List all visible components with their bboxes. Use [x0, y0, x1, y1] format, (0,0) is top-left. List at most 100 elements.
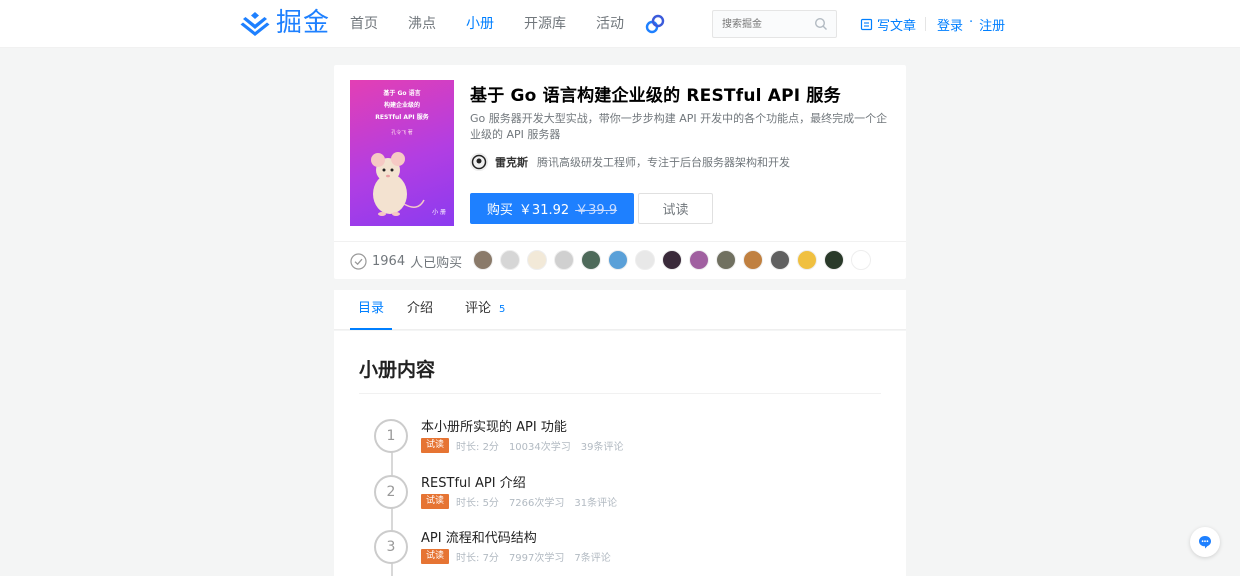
chapter-comments: 39条评论 — [580, 442, 624, 453]
purchase-suffix: 人已购买 — [410, 256, 463, 271]
buyer-avatar[interactable] — [554, 250, 574, 270]
chapter-duration: 时长: 5分 — [456, 498, 499, 509]
tab-catalog[interactable]: 目录 — [350, 290, 392, 330]
login-link[interactable]: 登录 — [937, 15, 963, 34]
tab-intro[interactable]: 介绍 — [407, 290, 433, 330]
chapter-number: 3 — [374, 530, 408, 564]
chapter-title[interactable]: API 流程和代码结构 — [421, 530, 621, 548]
main-nav: 首页 沸点 小册 开源库 活动 — [350, 0, 654, 48]
tab-comments[interactable]: 评论 5 — [465, 290, 505, 330]
buyer-avatar[interactable] — [824, 250, 844, 270]
chapter-number: 1 — [374, 419, 408, 453]
chapter-comments: 7条评论 — [574, 553, 611, 564]
book-description: Go 服务器开发大型实战，带你一步步构建 API 开发中的各个功能点，最终完成一… — [470, 112, 888, 141]
author-row: 雷克斯 腾讯高级研发工程师，专注于后台服务器架构和开发 — [470, 153, 790, 171]
original-price: ￥39.9 — [575, 203, 618, 218]
chat-bubble-icon — [1199, 536, 1211, 549]
chapter-body: 本小册所实现的 API 功能 试读 时长: 2分 10034次学习 39条评论 — [421, 419, 633, 453]
chapter-meta: 试读 时长: 5分 7266次学习 31条评论 — [421, 494, 627, 509]
price: ￥31.92 — [518, 203, 570, 218]
cover-title-line: 基于 Go 语言 — [383, 90, 421, 97]
comment-count: 5 — [499, 304, 506, 315]
logo-text: 掘金 — [276, 8, 331, 38]
auth-links: 登录 · 注册 — [937, 15, 1005, 34]
chapter-reads: 7266次学习 — [508, 498, 565, 509]
content-heading: 小册内容 — [359, 359, 436, 381]
nav-repos[interactable]: 开源库 — [524, 0, 566, 48]
trial-badge: 试读 — [421, 494, 450, 509]
chapter-duration: 时长: 7分 — [456, 553, 499, 564]
tab-comments-label: 评论 — [465, 301, 492, 316]
nav-events[interactable]: 活动 — [596, 0, 624, 48]
purchase-count: 1964 人已购买 — [350, 252, 462, 271]
buyer-avatar[interactable] — [608, 250, 628, 270]
search-box — [712, 10, 837, 38]
top-header: 掘金 首页 沸点 小册 开源库 活动 写文章 登录 · 注册 — [0, 0, 1240, 48]
chapter-comments: 31条评论 — [574, 498, 618, 509]
buyer-avatar[interactable] — [851, 250, 871, 270]
chapter-reads: 7997次学习 — [508, 553, 565, 564]
buy-label: 购买 — [486, 203, 513, 218]
cover-author: 孔令飞 著 — [391, 130, 413, 136]
chapter-meta: 试读 时长: 7分 7997次学习 7条评论 — [421, 549, 621, 564]
chapter-duration: 时长: 2分 — [456, 442, 499, 453]
buyer-avatar[interactable] — [527, 250, 547, 270]
register-link[interactable]: 注册 — [979, 15, 1005, 34]
trial-badge: 试读 — [421, 549, 450, 564]
book-info-card: 基于 Go 语言 构建企业级的 RESTful API 服务 孔令飞 著 小 册… — [334, 65, 906, 279]
trial-badge: 试读 — [421, 438, 450, 453]
mouse-illustration — [371, 152, 425, 216]
book-tabs: 目录 介绍 评论 5 — [334, 290, 906, 330]
header-divider — [925, 17, 926, 31]
auth-separator: · — [969, 15, 974, 30]
buyer-avatar[interactable] — [743, 250, 763, 270]
edit-icon — [860, 18, 873, 31]
buyer-avatar[interactable] — [500, 250, 520, 270]
juejin-logo[interactable]: 掘金 — [240, 8, 330, 38]
search-icon[interactable] — [814, 17, 828, 31]
author-name[interactable]: 雷克斯 — [495, 154, 528, 170]
buyer-avatar[interactable] — [797, 250, 817, 270]
feedback-button[interactable] — [1190, 527, 1220, 557]
chapter-body: API 流程和代码结构 试读 时长: 7分 7997次学习 7条评论 — [421, 530, 621, 564]
cover-title: 基于 Go 语言 构建企业级的 RESTful API 服务 — [350, 88, 454, 124]
search-input[interactable] — [713, 11, 813, 37]
catalog-content: 小册内容 1 本小册所实现的 API 功能 试读 时长: 2分 10034次学习… — [334, 331, 906, 576]
buyer-avatar[interactable] — [581, 250, 601, 270]
book-cover: 基于 Go 语言 构建企业级的 RESTful API 服务 孔令飞 著 小 册 — [350, 80, 454, 226]
buyer-avatar[interactable] — [473, 250, 493, 270]
write-label: 写文章 — [877, 19, 917, 34]
purchase-number: 1964 — [372, 254, 406, 269]
buy-button[interactable]: 购买 ￥31.92 ￥39.9 — [470, 193, 634, 224]
card-divider — [334, 241, 906, 242]
write-article-button[interactable]: 写文章 — [860, 15, 916, 34]
buyer-avatar[interactable] — [635, 250, 655, 270]
author-bio: 腾讯高级研发工程师，专注于后台服务器架构和开发 — [537, 156, 790, 169]
check-circle-icon — [350, 253, 367, 270]
chapter-item[interactable]: 3 API 流程和代码结构 试读 时长: 7分 7997次学习 7条评论 — [374, 530, 621, 564]
nav-home[interactable]: 首页 — [350, 0, 378, 48]
buyer-avatar[interactable] — [716, 250, 736, 270]
chapter-title[interactable]: 本小册所实现的 API 功能 — [421, 419, 633, 437]
chapter-title[interactable]: RESTful API 介绍 — [421, 475, 627, 493]
chapter-body: RESTful API 介绍 试读 时长: 5分 7266次学习 31条评论 — [421, 475, 627, 509]
chapter-item[interactable]: 1 本小册所实现的 API 功能 试读 时长: 2分 10034次学习 39条评… — [374, 419, 633, 453]
book-title: 基于 Go 语言构建企业级的 RESTful API 服务 — [470, 86, 841, 106]
buyer-avatars — [473, 250, 878, 270]
buyer-avatar[interactable] — [770, 250, 790, 270]
nav-books[interactable]: 小册 — [466, 0, 494, 48]
buyer-avatar[interactable] — [662, 250, 682, 270]
buyer-avatar[interactable] — [689, 250, 709, 270]
cover-title-line: RESTful API 服务 — [375, 114, 429, 121]
chapter-reads: 10034次学习 — [508, 442, 571, 453]
content-divider — [359, 393, 881, 394]
trial-read-button[interactable]: 试读 — [638, 193, 713, 224]
juejin-logo-icon — [240, 12, 270, 36]
chapter-item[interactable]: 2 RESTful API 介绍 试读 时长: 5分 7266次学习 31条评论 — [374, 475, 627, 509]
extension-icon[interactable] — [645, 14, 665, 34]
chapter-number: 2 — [374, 475, 408, 509]
nav-pins[interactable]: 沸点 — [408, 0, 436, 48]
author-avatar-icon — [470, 153, 488, 171]
chapter-meta: 试读 时长: 2分 10034次学习 39条评论 — [421, 438, 633, 453]
author-avatar[interactable] — [470, 153, 488, 171]
